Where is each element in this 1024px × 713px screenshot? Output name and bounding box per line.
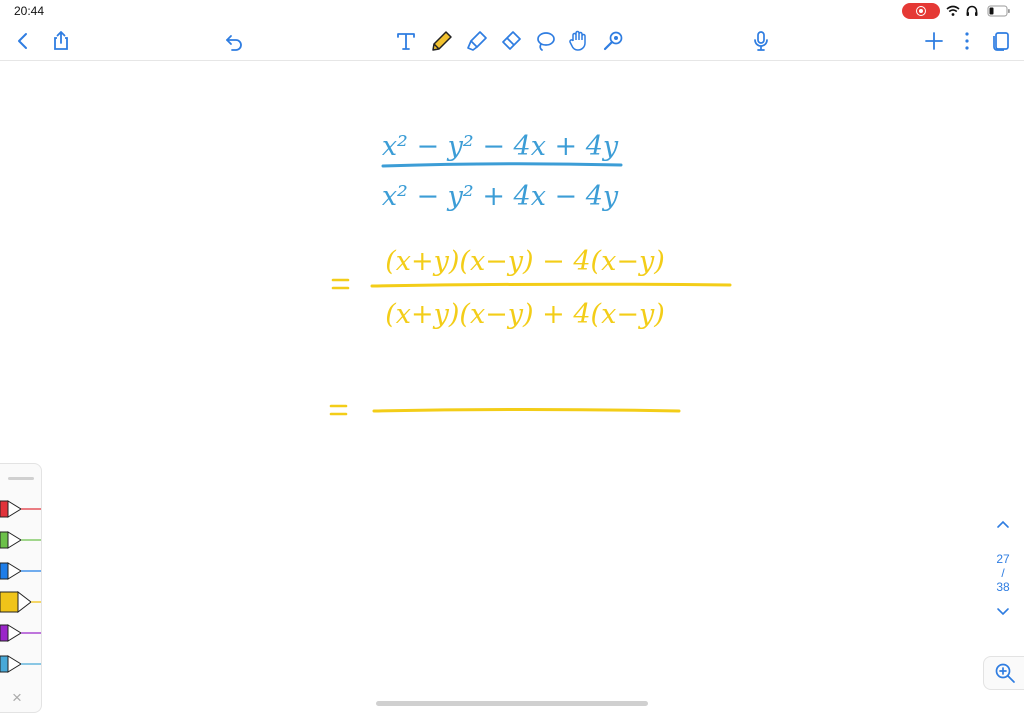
hand-tool-button[interactable] [563,26,593,56]
pen-blue[interactable] [0,560,41,582]
pen-yellow[interactable] [0,590,41,614]
line2-fraction-bar [370,282,732,288]
page-separator: / [1001,566,1005,580]
undo-button[interactable] [219,26,249,56]
lasso-tool-icon [537,32,555,51]
laser-pointer-icon [603,31,623,51]
pen-green-icon [0,531,41,549]
toolbar [0,22,1024,61]
line1-numerator: x² − y² − 4x + 4y [382,131,619,162]
note-canvas[interactable]: x² − y² − 4x + 4y x² − y² + 4x − 4y (x+y… [0,61,1024,712]
pages-icon [993,32,1009,51]
pen-purple[interactable] [0,622,41,644]
highlighter-tool-button[interactable] [462,26,492,56]
tray-drag-handle[interactable] [8,477,34,480]
pen-tool-icon [432,31,452,51]
back-icon [18,33,27,49]
lasso-tool-button[interactable] [530,26,560,56]
share-icon [54,31,68,50]
tray-close-icon[interactable]: × [12,688,22,708]
pages-button[interactable] [986,26,1016,56]
more-icon [965,32,969,50]
text-tool-icon [397,33,415,50]
pen-light-blue[interactable] [0,653,41,675]
previous-page-button[interactable] [988,518,1018,534]
add-page-button[interactable] [919,26,949,56]
pen-light-blue-icon [0,655,41,673]
pen-red-icon [0,500,41,518]
share-button[interactable] [46,26,76,56]
pen-blue-icon [0,562,41,580]
pen-tray: × [0,463,42,713]
pen-green[interactable] [0,529,41,551]
more-button[interactable] [952,26,982,56]
status-bar: 20:44 [0,0,1024,22]
chevron-up-icon [997,520,1009,528]
line1-fraction-bar [381,162,623,168]
pen-yellow-icon [0,590,41,614]
eraser-tool-icon [502,31,521,50]
text-tool-button[interactable] [391,26,421,56]
add-page-icon [925,32,943,50]
line3-fraction-bar [372,408,681,413]
zoom-button[interactable] [983,656,1024,690]
pen-tool-button[interactable] [427,26,457,56]
zoom-in-icon [995,663,1015,683]
pen-red[interactable] [0,498,41,520]
wifi-icon [946,5,960,16]
total-page-count: 38 [996,580,1010,594]
laser-pointer-button[interactable] [598,26,628,56]
home-indicator [376,701,648,706]
battery-icon [987,5,1010,17]
current-page-number: 27 [996,552,1010,566]
next-page-button[interactable] [988,606,1018,622]
microphone-button[interactable] [746,26,776,56]
back-button[interactable] [8,26,38,56]
screen-record-icon [902,3,940,19]
headphones-icon [966,5,978,16]
line2-denominator: (x+y)(x−y) + 4(x−y) [385,299,664,330]
undo-icon [226,35,242,51]
eraser-tool-button[interactable] [496,26,526,56]
line3-equals-sign [329,404,348,416]
pen-purple-icon [0,624,41,642]
status-time: 20:44 [14,4,45,18]
line2-equals-sign [331,278,350,290]
page-navigator: 27 / 38 [988,518,1018,628]
line2-numerator: (x+y)(x−y) − 4(x−y) [385,246,664,277]
line1-denominator: x² − y² + 4x − 4y [382,181,619,212]
chevron-down-icon [997,608,1009,616]
hand-tool-icon [569,30,586,51]
highlighter-tool-icon [467,31,487,51]
microphone-icon [754,31,768,51]
